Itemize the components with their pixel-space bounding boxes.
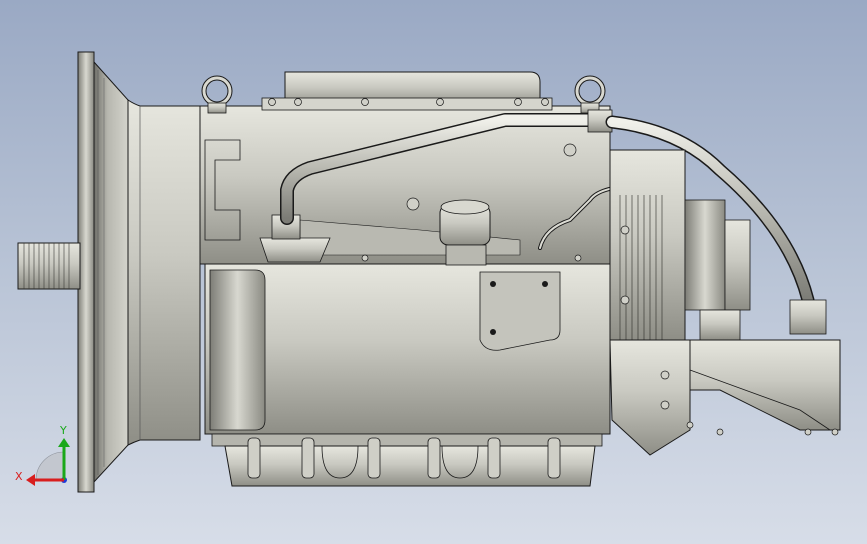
- cad-3d-viewport[interactable]: X Y: [0, 0, 867, 544]
- gearbox-model[interactable]: [0, 0, 867, 544]
- y-axis-label: Y: [60, 424, 67, 437]
- x-axis-label: X: [15, 470, 23, 483]
- lifting-eye-right[interactable]: [574, 75, 606, 114]
- coordinate-triad: [26, 438, 70, 486]
- filler-cap[interactable]: [439, 199, 491, 266]
- oil-pan[interactable]: [211, 433, 603, 487]
- input-shaft-spline[interactable]: [17, 242, 81, 290]
- flange-plate[interactable]: [77, 51, 129, 493]
- bell-housing[interactable]: [127, 99, 201, 446]
- lower-housing[interactable]: [204, 263, 611, 435]
- lifting-eye-left[interactable]: [201, 75, 233, 114]
- pump-body[interactable]: [609, 339, 841, 456]
